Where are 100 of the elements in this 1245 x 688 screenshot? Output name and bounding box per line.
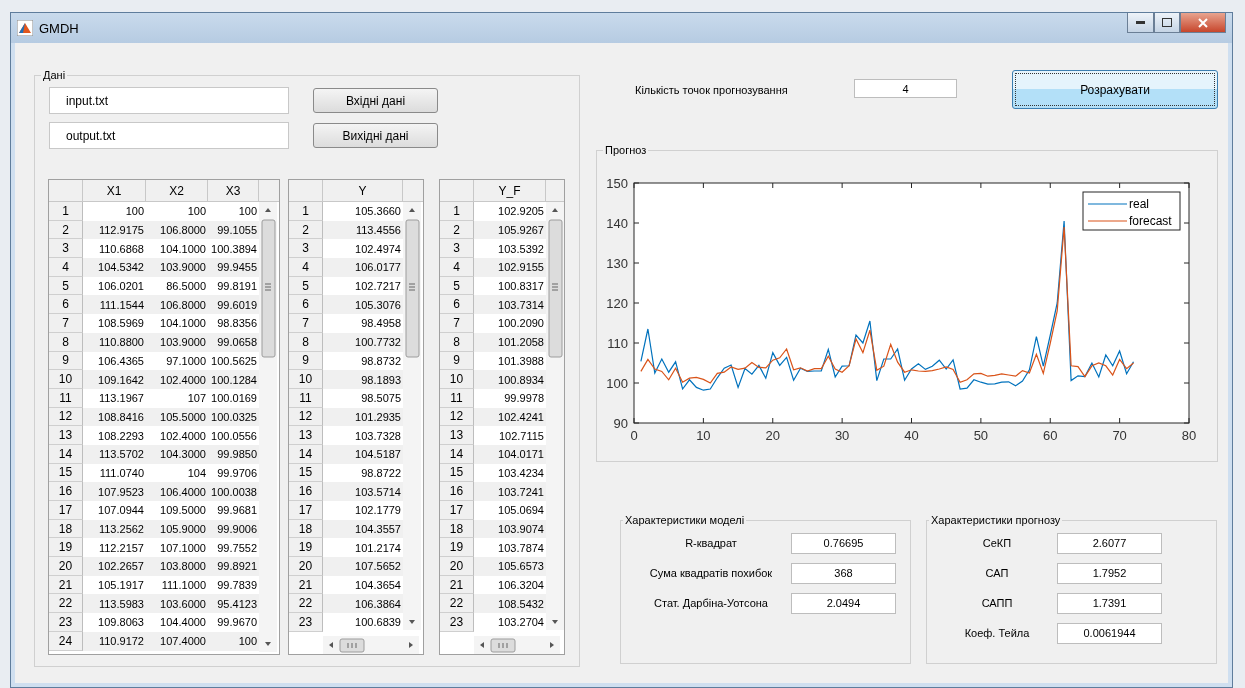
horizontal-scrollbar[interactable] xyxy=(323,636,419,654)
row-header: 19 xyxy=(49,538,83,558)
row-header: 19 xyxy=(289,538,323,558)
table-cell: 102.9155 xyxy=(474,258,546,277)
legend-line xyxy=(1087,203,1128,205)
points-label: Кількість точок прогнозування xyxy=(635,84,789,96)
vertical-scrollbar[interactable] xyxy=(546,202,564,630)
row-header: 3 xyxy=(289,239,323,259)
table-cell: 105.6573 xyxy=(474,557,546,576)
row-header: 20 xyxy=(289,557,323,576)
table-cell: 100.8934 xyxy=(474,370,546,389)
axis-tick-label: 20 xyxy=(765,428,780,443)
table-cell: 99.6019 xyxy=(208,295,259,315)
value-field[interactable]: 1.7952 xyxy=(1057,562,1162,584)
value-field[interactable]: 368 xyxy=(791,562,896,584)
table-cell: 103.8000 xyxy=(146,557,208,576)
row-header: 6 xyxy=(49,295,83,315)
table-cell: 102.2657 xyxy=(83,557,146,576)
axis-tick-label: 150 xyxy=(606,176,628,191)
close-icon xyxy=(1198,17,1208,28)
row-header: 17 xyxy=(440,501,474,520)
table-cell: 111.1544 xyxy=(83,295,146,315)
table-cell: 104.5342 xyxy=(83,258,146,277)
horizontal-scrollbar[interactable] xyxy=(474,636,560,654)
table-cell: 99.8921 xyxy=(208,557,259,576)
axis-tick-label: 80 xyxy=(1181,428,1197,443)
points-field[interactable]: 4 xyxy=(854,79,957,98)
panel-title: Дані xyxy=(42,69,67,81)
value-field[interactable]: 1.7391 xyxy=(1057,592,1162,614)
row-header: 20 xyxy=(49,557,83,576)
row-header: 7 xyxy=(440,314,474,333)
row-header: 20 xyxy=(440,557,474,576)
row-header: 23 xyxy=(289,613,323,632)
axis-tick-label: 90 xyxy=(613,416,628,431)
table-cell: 106.8000 xyxy=(146,295,208,315)
stat-label: Стат. Дарбіна-Уотсона xyxy=(653,597,769,609)
maximize-button[interactable] xyxy=(1154,13,1180,33)
row-header: 4 xyxy=(49,258,83,277)
table-cell: 98.1893 xyxy=(323,370,403,389)
axis-tick-label: 110 xyxy=(607,336,628,351)
stat-label: САПП xyxy=(980,597,1014,609)
value-field[interactable]: 0.76695 xyxy=(791,532,896,554)
axis-tick-label: 40 xyxy=(904,428,919,443)
panel-title: Прогноз xyxy=(604,144,648,156)
table-cell: 113.5983 xyxy=(83,594,146,614)
row-header: 6 xyxy=(289,295,323,315)
row-header: 16 xyxy=(49,482,83,501)
value-field[interactable]: 2.6077 xyxy=(1057,532,1162,554)
axis-tick-label: 30 xyxy=(834,428,850,443)
calculate-button[interactable]: Розрахувати xyxy=(1012,70,1218,109)
axis-tick-label: 120 xyxy=(606,296,628,311)
table-cell: 103.7314 xyxy=(474,295,546,315)
file-field[interactable]: input.txt xyxy=(49,87,289,114)
column-header[interactable]: X3 xyxy=(208,180,259,201)
row-header: 3 xyxy=(49,239,83,259)
vertical-scrollbar[interactable] xyxy=(259,202,277,652)
legend-label: real xyxy=(1129,197,1149,211)
maximize-icon xyxy=(1162,18,1172,27)
stat-label: R-квадрат xyxy=(684,537,738,549)
table-cell: 106.4000 xyxy=(146,482,208,501)
row-header: 22 xyxy=(49,594,83,614)
table-cell: 105.3076 xyxy=(323,295,403,315)
row-header: 16 xyxy=(440,482,474,501)
table-cell: 99.9455 xyxy=(208,258,259,277)
value-field[interactable]: 0.0061944 xyxy=(1057,622,1162,644)
axis-tick-label: 50 xyxy=(973,428,989,443)
row-header: 17 xyxy=(289,501,323,520)
value-field[interactable]: 2.0494 xyxy=(791,592,896,614)
file-field[interactable]: output.txt xyxy=(49,122,289,149)
row-header: 7 xyxy=(49,314,83,333)
table-cell: 103.6000 xyxy=(146,594,208,614)
table-cell: 107.5652 xyxy=(323,557,403,576)
axis-tick-label: 0 xyxy=(630,428,638,443)
row-header: 22 xyxy=(289,594,323,614)
column-header[interactable]: X1 xyxy=(83,180,146,201)
row-header: 7 xyxy=(289,314,323,333)
table-cell: 100.1284 xyxy=(208,370,259,389)
table-cell: 109.1642 xyxy=(83,370,146,389)
load-button[interactable]: Вихідні дані xyxy=(313,123,438,148)
row-header: 6 xyxy=(440,295,474,315)
row-header: 10 xyxy=(289,370,323,389)
table-cell: 106.0177 xyxy=(323,258,403,277)
row-header: 13 xyxy=(440,426,474,445)
minimize-button[interactable] xyxy=(1127,13,1154,33)
row-header: 3 xyxy=(440,239,474,259)
table-cell: 103.7241 xyxy=(474,482,546,501)
stat-label: Коеф. Тейла xyxy=(963,627,1031,639)
app-icon xyxy=(17,20,33,36)
legend-line xyxy=(1087,220,1128,222)
column-header[interactable]: X2 xyxy=(146,180,208,201)
row-header: 13 xyxy=(289,426,323,445)
row-header: 16 xyxy=(289,482,323,501)
window-title: GMDH xyxy=(39,20,80,36)
legend-label: forecast xyxy=(1129,214,1172,228)
vertical-scrollbar[interactable] xyxy=(403,202,421,630)
axis-tick-label: 140 xyxy=(606,216,628,231)
load-button[interactable]: Вхідні дані xyxy=(313,88,438,113)
close-button[interactable] xyxy=(1180,13,1226,33)
panel-title: Характеристики моделі xyxy=(624,514,746,526)
row-header: 4 xyxy=(289,258,323,277)
